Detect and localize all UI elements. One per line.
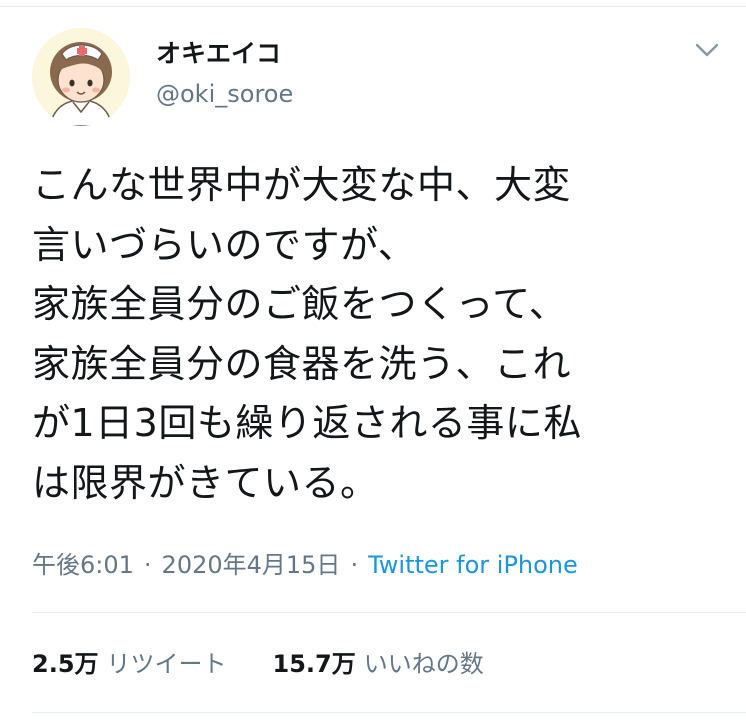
retweets-count: 2.5万 [32, 650, 99, 678]
tweet-stats: 2.5万 リツイート 15.7万 いいねの数 [32, 644, 722, 679]
top-divider [0, 6, 746, 7]
tweet-source-link[interactable]: Twitter for iPhone [368, 551, 578, 579]
tweet-header: オキエイコ @oki_soroe [32, 28, 722, 126]
nurse-character-avatar-icon [32, 28, 130, 126]
divider [32, 612, 746, 613]
display-name[interactable]: オキエイコ [156, 34, 281, 70]
retweets-label: リツイート [106, 650, 227, 678]
tweet-meta: 午後6:01 · 2020年4月15日 · Twitter for iPhone [32, 545, 722, 580]
likes-stat[interactable]: 15.7万 いいねの数 [273, 650, 484, 678]
meta-separator: · [350, 551, 359, 579]
likes-count: 15.7万 [272, 650, 356, 678]
tweet-text: こんな世界中が大変な中、大変 言いづらいのですが、 家族全員分のご飯をつくって、… [32, 163, 582, 505]
chevron-down-icon[interactable] [692, 38, 722, 62]
divider [32, 712, 746, 713]
avatar[interactable] [32, 28, 130, 126]
user-handle[interactable]: @oki_soroe [156, 80, 293, 108]
retweets-stat[interactable]: 2.5万 リツイート [32, 650, 227, 678]
tweet-time[interactable]: 午後6:01 [32, 551, 134, 579]
meta-separator: · [143, 551, 152, 579]
tweet-date[interactable]: 2020年4月15日 [162, 551, 341, 579]
likes-label: いいねの数 [363, 650, 484, 678]
